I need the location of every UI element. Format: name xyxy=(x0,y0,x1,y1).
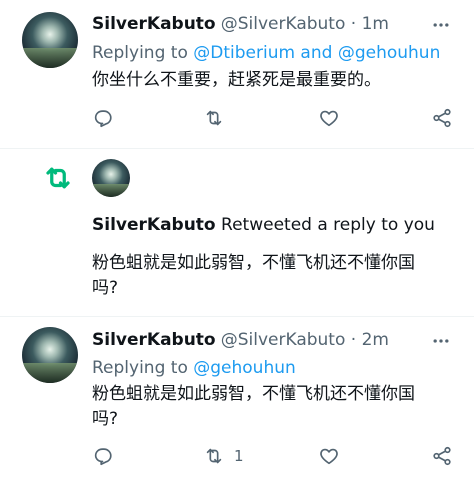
reply-button[interactable] xyxy=(92,107,114,129)
retweet-icon xyxy=(40,163,76,193)
replying-prefix: Replying to xyxy=(92,358,194,378)
author-handle-time: @SilverKabuto · 2m xyxy=(220,330,389,350)
like-button[interactable] xyxy=(318,445,340,467)
divider xyxy=(0,316,474,317)
replying-to-handles[interactable]: @Dtiberium and @gehouhun xyxy=(193,43,440,63)
avatar[interactable] xyxy=(22,327,78,383)
avatar[interactable] xyxy=(92,159,130,197)
notification-text-line-2: 吗? xyxy=(92,278,119,298)
reply-icon xyxy=(94,448,112,466)
notification-text-line-1: 粉色蛆就是如此弱智，不懂飞机还不懂你国 xyxy=(92,253,415,273)
share-button[interactable] xyxy=(431,107,453,129)
timeline-feed: SilverKabuto @SilverKabuto · 1m Replying… xyxy=(0,0,474,477)
retweet-count: 1 xyxy=(234,447,244,465)
tweet-header: SilverKabuto @SilverKabuto · 2m xyxy=(92,330,389,350)
avatar[interactable] xyxy=(22,12,78,68)
more-icon[interactable] xyxy=(430,14,452,36)
reply-button[interactable] xyxy=(92,445,114,467)
replying-to: Replying to @Dtiberium and @gehouhun xyxy=(92,43,440,63)
more-icon[interactable] xyxy=(430,330,452,352)
retweet-icon xyxy=(206,110,222,126)
author-name[interactable]: SilverKabuto xyxy=(92,330,216,350)
replying-to-handles[interactable]: @gehouhun xyxy=(193,358,296,378)
replying-to: Replying to @gehouhun xyxy=(92,358,296,378)
retweet-button[interactable] xyxy=(203,107,225,129)
author-name[interactable]: SilverKabuto xyxy=(92,14,216,34)
notification-title: SilverKabuto Retweeted a reply to you xyxy=(92,215,435,235)
reply-icon xyxy=(94,110,112,128)
like-icon xyxy=(320,448,338,465)
author-name[interactable]: SilverKabuto xyxy=(92,215,216,235)
tweet-text-line-2: 吗? xyxy=(92,409,119,429)
replying-prefix: Replying to xyxy=(92,43,194,63)
like-icon xyxy=(320,110,338,127)
like-button[interactable] xyxy=(318,107,340,129)
divider xyxy=(0,148,474,149)
tweet-text: 你坐什么不重要，赶紧死是最重要的。 xyxy=(92,70,381,90)
tweet-header: SilverKabuto @SilverKabuto · 1m xyxy=(92,14,389,34)
share-icon xyxy=(433,446,451,466)
notification-action: Retweeted a reply to you xyxy=(215,215,435,235)
author-handle-time: @SilverKabuto · 1m xyxy=(220,14,389,34)
retweet-icon xyxy=(206,448,222,464)
share-icon xyxy=(433,108,451,128)
share-button[interactable] xyxy=(431,445,453,467)
retweet-button[interactable]: 1 xyxy=(203,445,244,467)
tweet-text-line-1: 粉色蛆就是如此弱智，不懂飞机还不懂你国 xyxy=(92,384,415,404)
